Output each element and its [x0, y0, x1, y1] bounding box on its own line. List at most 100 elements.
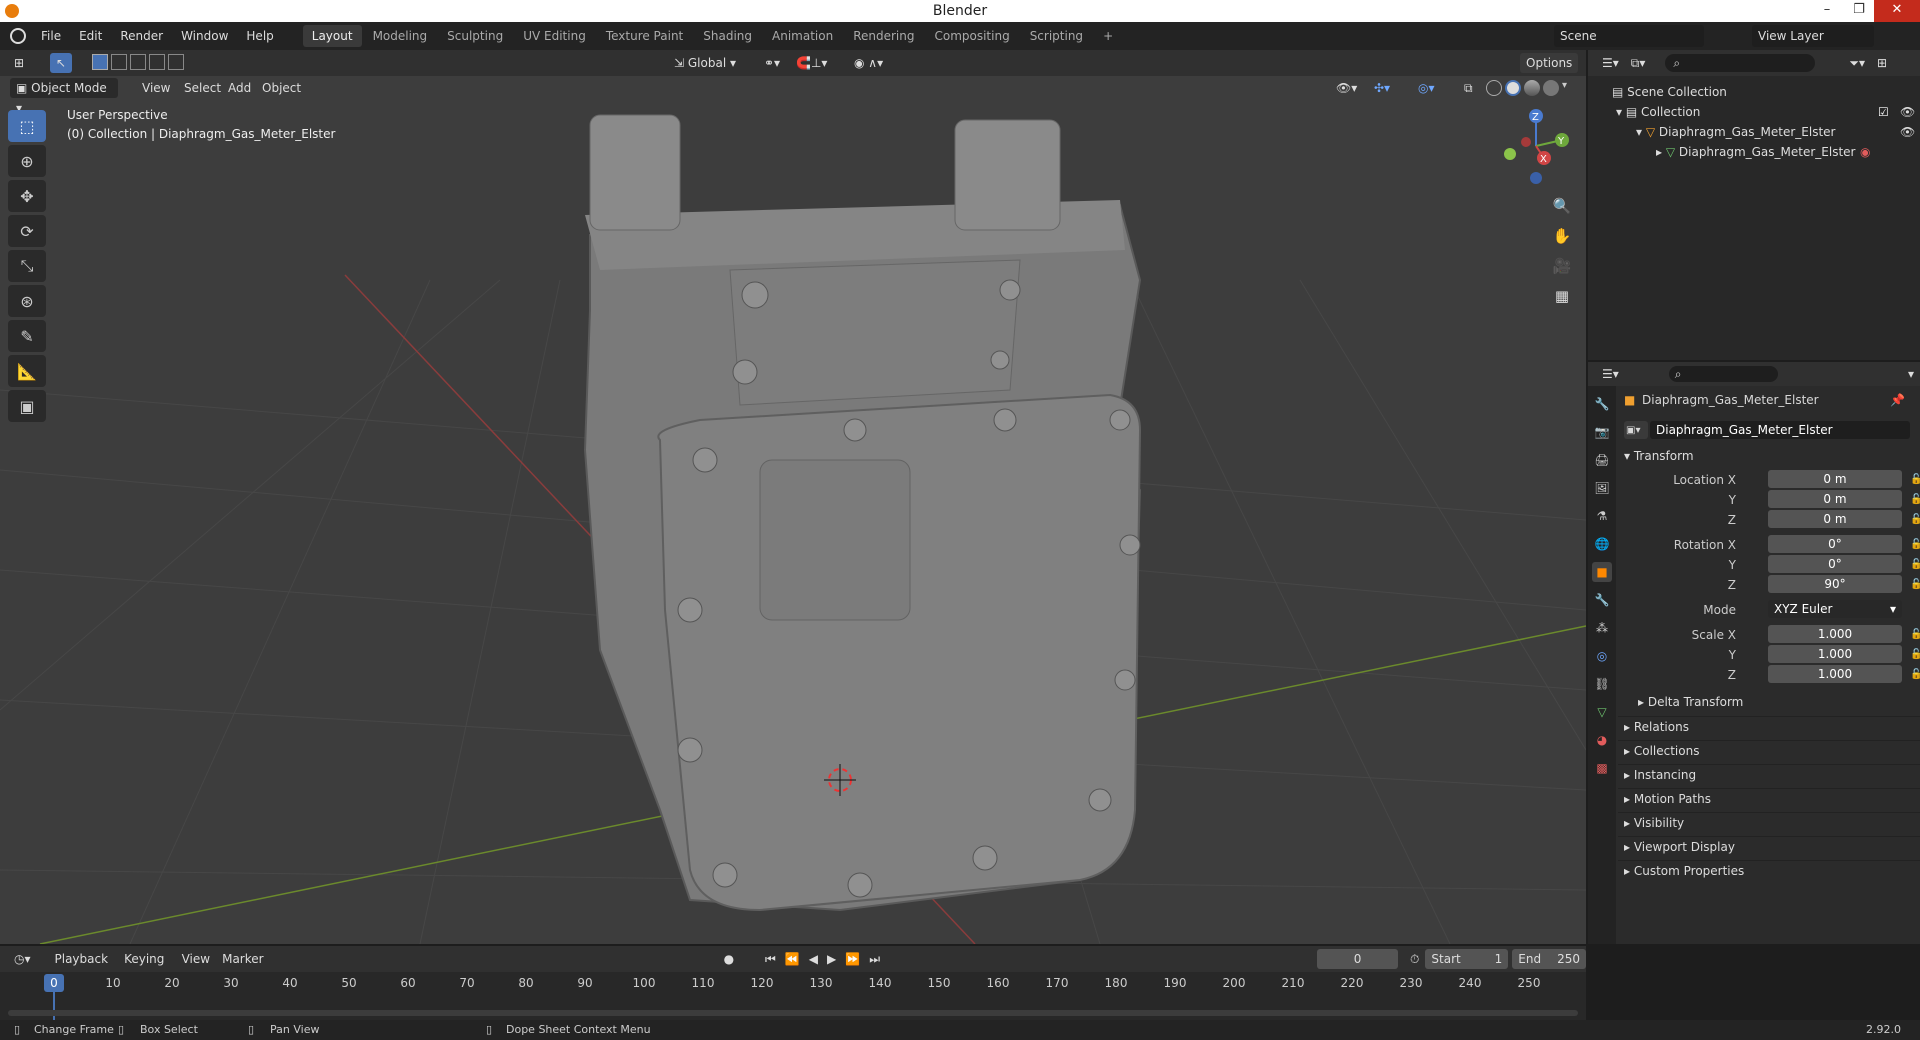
- data-tab-icon[interactable]: ▽: [1592, 702, 1612, 722]
- location-z-field[interactable]: 0 m: [1768, 510, 1902, 528]
- jump-start-icon[interactable]: ⏮: [762, 949, 779, 969]
- lock-icon[interactable]: 🔓: [1910, 470, 1920, 490]
- new-collection-icon[interactable]: ⊞: [1871, 53, 1893, 73]
- menu-window[interactable]: Window: [172, 22, 237, 50]
- add-workspace-button[interactable]: +: [1094, 25, 1122, 47]
- modifier-tab-icon[interactable]: 🔧: [1592, 590, 1612, 610]
- pin-icon[interactable]: 📌: [1890, 390, 1905, 410]
- outliner-editor-type-icon[interactable]: ☰▾: [1596, 53, 1625, 73]
- pan-hand-icon[interactable]: ✋: [1548, 222, 1576, 250]
- section-instancing[interactable]: ▸ Instancing: [1618, 764, 1920, 784]
- playback-menu[interactable]: Playback ▾: [49, 949, 119, 986]
- menu-help[interactable]: Help: [237, 22, 282, 50]
- section-visibility[interactable]: ▸ Visibility: [1618, 812, 1920, 832]
- outliner-display-mode-icon[interactable]: ⧉▾: [1625, 53, 1652, 73]
- output-tab-icon[interactable]: 🖨: [1592, 450, 1612, 470]
- properties-search-input[interactable]: ⌕: [1668, 366, 1778, 382]
- outliner-row-mesh[interactable]: ▸ ▽ Diaphragm_Gas_Meter_Elster ◉: [1588, 142, 1920, 162]
- close-window-button[interactable]: ✕: [1874, 0, 1920, 22]
- outliner-search-input[interactable]: ⌕: [1665, 54, 1816, 72]
- tab-animation[interactable]: Animation: [763, 25, 842, 47]
- tab-compositing[interactable]: Compositing: [925, 25, 1018, 47]
- navigation-gizmo[interactable]: Z Y X: [1496, 106, 1576, 186]
- gizmo-neg-x-axis[interactable]: [1521, 137, 1531, 147]
- section-collections[interactable]: ▸ Collections: [1618, 740, 1920, 760]
- jump-keyframe-forward-icon[interactable]: ⏩: [842, 949, 863, 969]
- rotation-x-field[interactable]: 0°: [1768, 535, 1902, 553]
- annotate-tool-icon[interactable]: ✎: [8, 320, 46, 352]
- expand-arrow-icon[interactable]: ▾: [1636, 125, 1646, 139]
- menu-file[interactable]: File: [32, 22, 70, 50]
- expand-arrow-icon[interactable]: ▸: [1656, 145, 1666, 159]
- current-frame-field[interactable]: 0: [1317, 949, 1399, 969]
- measure-tool-icon[interactable]: 📐: [8, 355, 46, 387]
- texture-tab-icon[interactable]: ▩: [1592, 758, 1612, 778]
- marker-menu[interactable]: Marker: [216, 949, 269, 969]
- datablock-browse-icon[interactable]: ▣▾: [1624, 421, 1648, 439]
- tab-rendering[interactable]: Rendering: [844, 25, 923, 47]
- tool-settings-tab-icon[interactable]: 🔧: [1592, 394, 1612, 414]
- perspective-toggle-icon[interactable]: ▦: [1548, 282, 1576, 310]
- section-relations[interactable]: ▸ Relations: [1618, 716, 1920, 736]
- outliner-row-collection[interactable]: ▾ ▤ Collection ☑ 👁: [1588, 102, 1920, 122]
- camera-view-icon[interactable]: 🎥: [1548, 252, 1576, 280]
- auto-keying-icon[interactable]: ● ▾: [718, 949, 748, 986]
- start-frame-field[interactable]: Start 1: [1425, 949, 1509, 969]
- lock-icon[interactable]: 🔓: [1910, 645, 1920, 665]
- maximize-button[interactable]: ❐: [1844, 0, 1874, 22]
- blender-menu-icon[interactable]: [10, 28, 26, 44]
- particles-tab-icon[interactable]: ⁂: [1592, 618, 1612, 638]
- jump-keyframe-back-icon[interactable]: ⏪: [782, 949, 803, 969]
- add-cube-tool-icon[interactable]: ▣: [8, 390, 46, 422]
- menu-render[interactable]: Render: [111, 22, 172, 50]
- hide-eye-icon[interactable]: 👁: [1900, 102, 1915, 122]
- lock-icon[interactable]: 🔓: [1910, 665, 1920, 685]
- zoom-icon[interactable]: 🔍: [1548, 192, 1576, 220]
- cursor-tool-icon[interactable]: ⊕: [8, 145, 46, 177]
- move-tool-icon[interactable]: ✥: [8, 180, 46, 212]
- filter-icon[interactable]: ⏷▾: [1843, 53, 1871, 73]
- scale-y-field[interactable]: 1.000: [1768, 645, 1902, 663]
- rotate-tool-icon[interactable]: ⟳: [8, 215, 46, 247]
- timeline-editor-type-icon[interactable]: ◷▾: [8, 949, 37, 969]
- lock-icon[interactable]: 🔓: [1910, 575, 1920, 595]
- outliner-row-scene-collection[interactable]: ▤ Scene Collection: [1588, 82, 1920, 102]
- play-reverse-icon[interactable]: ◀: [806, 949, 821, 969]
- keying-menu[interactable]: Keying ▾: [118, 949, 176, 986]
- render-tab-icon[interactable]: 📷: [1592, 422, 1612, 442]
- properties-editor-type-icon[interactable]: ☰▾: [1596, 364, 1625, 384]
- scene-tab-icon[interactable]: ⚗: [1592, 506, 1612, 526]
- object-tab-icon[interactable]: ■: [1592, 562, 1612, 582]
- section-motion-paths[interactable]: ▸ Motion Paths: [1618, 788, 1920, 808]
- tab-shading[interactable]: Shading: [694, 25, 761, 47]
- timeline-view-menu[interactable]: View: [176, 949, 216, 969]
- gizmo-neg-z-axis[interactable]: [1530, 172, 1542, 184]
- rotation-z-field[interactable]: 90°: [1768, 575, 1902, 593]
- tab-scripting[interactable]: Scripting: [1021, 25, 1092, 47]
- outliner-row-object[interactable]: ▾ ▽ Diaphragm_Gas_Meter_Elster 👁: [1588, 122, 1920, 142]
- object-name-field[interactable]: Diaphragm_Gas_Meter_Elster: [1650, 421, 1910, 439]
- location-y-field[interactable]: 0 m: [1768, 490, 1902, 508]
- lock-icon[interactable]: 🔓: [1910, 555, 1920, 575]
- scale-z-field[interactable]: 1.000: [1768, 665, 1902, 683]
- world-tab-icon[interactable]: 🌐: [1592, 534, 1612, 554]
- scale-x-field[interactable]: 1.000: [1768, 625, 1902, 643]
- tab-layout[interactable]: Layout: [302, 25, 362, 47]
- scale-tool-icon[interactable]: ⤡: [8, 250, 46, 282]
- play-icon[interactable]: ▶: [824, 949, 839, 969]
- clock-icon[interactable]: ⏱: [1404, 949, 1425, 969]
- minimize-button[interactable]: –: [1812, 0, 1842, 22]
- rotation-y-field[interactable]: 0°: [1768, 555, 1902, 573]
- jump-end-icon[interactable]: ⏭: [866, 949, 883, 969]
- gas-meter-model[interactable]: [583, 114, 1142, 912]
- timeline-scrollbar[interactable]: [8, 1010, 1578, 1016]
- 3d-viewport[interactable]: ⊞ ↖ ⇲ Global ▾ ⚭▾ 🧲⊥▾ ◉ ∧▾ Options ▣ Obj…: [0, 50, 1586, 944]
- transform-tool-icon[interactable]: ⊛: [8, 285, 46, 317]
- transform-section-header[interactable]: ▾ Transform: [1618, 446, 1920, 466]
- lock-icon[interactable]: 🔓: [1910, 535, 1920, 555]
- view-layer-selector[interactable]: View Layer: [1752, 25, 1874, 47]
- location-x-field[interactable]: 0 m: [1768, 470, 1902, 488]
- physics-tab-icon[interactable]: ◎: [1592, 646, 1612, 666]
- view-layer-tab-icon[interactable]: 🖼: [1592, 478, 1612, 498]
- exclude-checkbox-icon[interactable]: ☑: [1878, 102, 1889, 122]
